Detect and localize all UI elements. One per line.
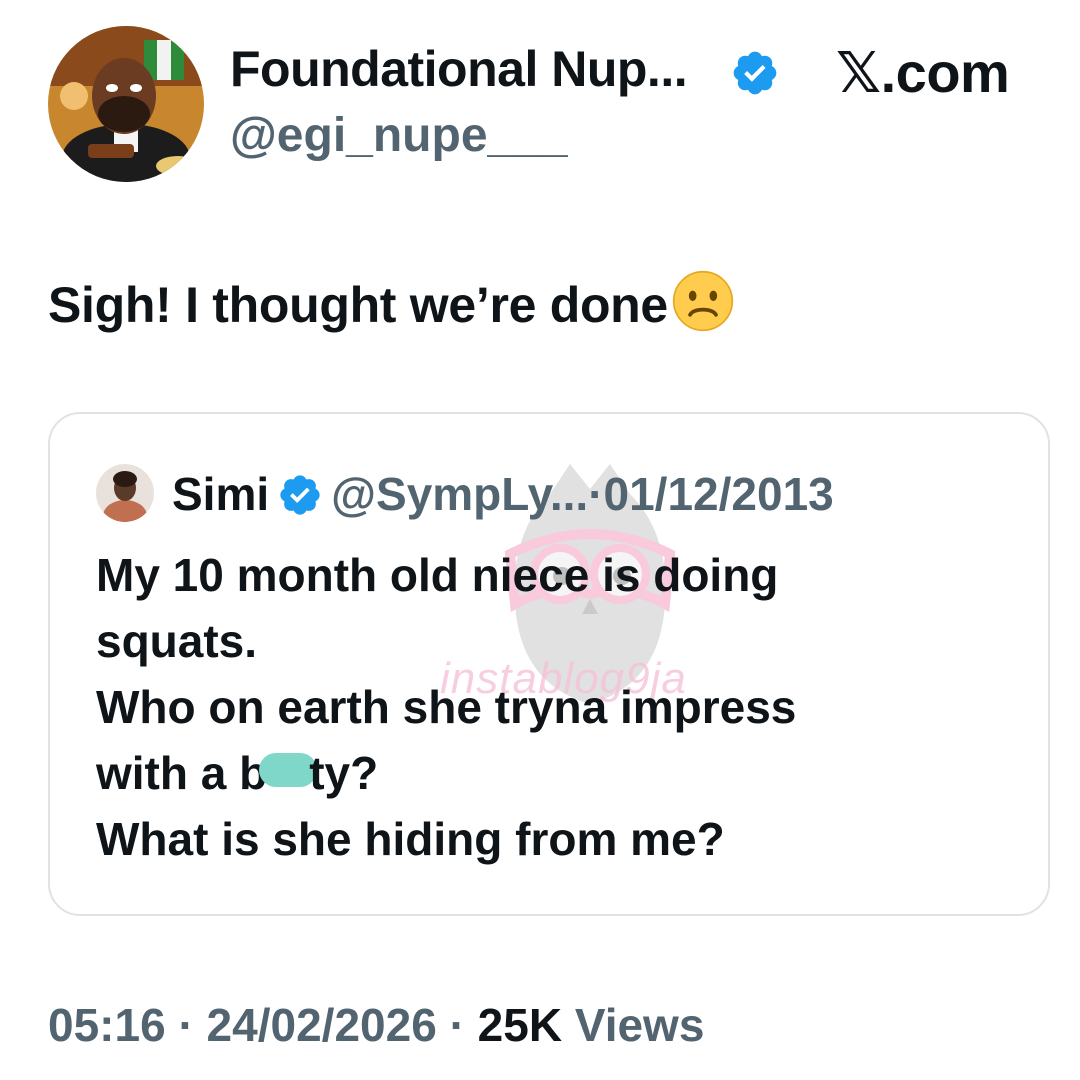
quoted-tweet-header: Simi @SympLy...·01/12/2013 — [172, 464, 834, 524]
quoted-tweet-card[interactable]: instablog9ja Simi @SympLy...·01/12/2013 … — [48, 412, 1050, 916]
verified-badge-icon — [280, 475, 320, 515]
tweet-footer: 05:16 · 24/02/2026 · 25K Views — [48, 998, 704, 1052]
quoted-tweet-date[interactable]: 01/12/2013 — [604, 468, 834, 520]
footer-separator: · — [178, 999, 194, 1051]
tweet-date[interactable]: 24/02/2026 — [207, 999, 437, 1051]
author-avatar[interactable] — [48, 26, 204, 182]
quoted-text-line-censored: with a b ty? — [96, 740, 796, 806]
quoted-author-name[interactable]: Simi — [172, 468, 269, 520]
quoted-avatar-photo — [96, 464, 154, 522]
frowning-face-icon — [672, 270, 734, 332]
x-brand-logo: 𝕏.com — [836, 41, 1010, 104]
verified-badge-icon — [733, 51, 777, 95]
censored-text-start: with a b — [96, 747, 268, 799]
quoted-author-handle[interactable]: @SympLy... — [331, 468, 588, 520]
avatar-illustration — [48, 26, 204, 182]
quoted-author-avatar[interactable] — [96, 464, 154, 522]
quoted-text-line: What is she hiding from me? — [96, 813, 725, 865]
views-count: 25K — [477, 999, 563, 1051]
quoted-tweet-text: My 10 month old niece is doing squats. W… — [96, 542, 796, 872]
tweet-text-content: Sigh! I thought we’re done — [48, 277, 668, 333]
censored-text-end: ty? — [309, 747, 379, 799]
tweet-text: Sigh! I thought we’re done — [48, 270, 734, 334]
meta-separator: · — [588, 468, 604, 520]
quoted-text-line: squats. — [96, 615, 258, 667]
tweet-time[interactable]: 05:16 — [48, 999, 166, 1051]
footer-separator: · — [449, 999, 465, 1051]
author-handle[interactable]: @egi_nupe___ — [230, 108, 568, 163]
author-name[interactable]: Foundational Nup... — [230, 40, 688, 98]
quoted-text-line: My 10 month old niece is doing — [96, 549, 779, 601]
quoted-text-line: Who on earth she tryna impress — [96, 681, 797, 733]
views-label[interactable]: Views — [575, 999, 705, 1051]
